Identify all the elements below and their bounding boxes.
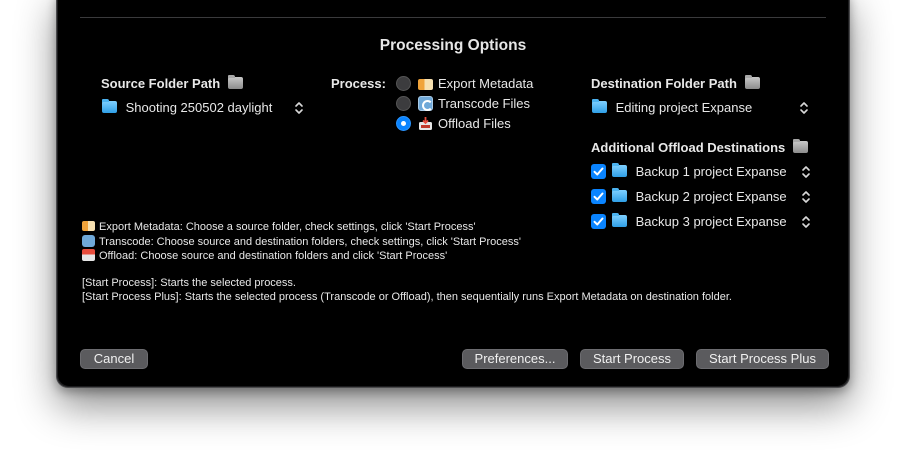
folder-icon (792, 139, 808, 153)
folder-icon (612, 188, 627, 202)
folder-icon (744, 75, 760, 89)
help-offload-text: Offload: Choose source and destination f… (99, 250, 448, 262)
tag-icon (82, 221, 95, 231)
help-transcode-text: Transcode: Choose source and destination… (99, 236, 521, 248)
source-folder-value: Shooting 250502 daylight (125, 100, 273, 115)
additional-label: Additional Offload Destinations (591, 139, 808, 155)
destination-folder-value: Editing project Expanse (615, 100, 753, 115)
folder-icon (612, 163, 627, 177)
arrows-cycle-icon (82, 235, 95, 247)
dialog-window: Processing Options Source Folder Path Sh… (56, 0, 850, 388)
radio-export-metadata[interactable] (396, 76, 411, 91)
tag-icon (418, 79, 433, 90)
radio-transcode-files[interactable] (396, 96, 411, 111)
backup-3-checkbox[interactable] (591, 214, 606, 229)
start-process-button[interactable]: Start Process (580, 349, 684, 369)
destination-label: Destination Folder Path (591, 75, 760, 91)
backup-3-select[interactable]: Backup 3 project Expanse (612, 213, 787, 229)
chevron-updown-icon[interactable] (801, 165, 811, 179)
destination-folder-select[interactable]: Editing project Expanse (592, 99, 753, 115)
cancel-button[interactable]: Cancel (80, 349, 148, 369)
help-export-text: Export Metadata: Choose a source folder,… (99, 221, 476, 233)
dialog-panel: Processing Options Source Folder Path Sh… (58, 0, 848, 386)
backup-1-label: Backup 1 project Expanse (635, 164, 787, 179)
folder-icon (612, 213, 627, 227)
top-divider (80, 17, 826, 18)
help-export: Export Metadata: Choose a source folder,… (82, 221, 476, 233)
inbox-tray-icon (418, 116, 433, 131)
radio-offload-files[interactable] (396, 116, 411, 131)
chevron-updown-icon[interactable] (801, 215, 811, 229)
backup-3-label: Backup 3 project Expanse (635, 214, 787, 229)
folder-icon (592, 99, 607, 113)
chevron-updown-icon[interactable] (294, 101, 304, 115)
option-transcode-files[interactable]: Transcode Files (438, 96, 530, 111)
folder-icon (227, 75, 243, 89)
preferences-button[interactable]: Preferences... (462, 349, 568, 369)
option-export-metadata[interactable]: Export Metadata (438, 76, 533, 91)
backup-2-label: Backup 2 project Expanse (635, 189, 787, 204)
process-label: Process: (331, 76, 386, 91)
help-start-process: [Start Process]: Starts the selected pro… (82, 277, 296, 289)
inbox-tray-icon (82, 249, 95, 261)
backup-2-checkbox[interactable] (591, 189, 606, 204)
option-offload-files[interactable]: Offload Files (438, 116, 511, 131)
source-label-text: Source Folder Path (101, 76, 221, 91)
backup-1-checkbox[interactable] (591, 164, 606, 179)
arrows-cycle-icon (418, 96, 433, 111)
destination-label-text: Destination Folder Path (591, 76, 737, 91)
source-folder-select[interactable]: Shooting 250502 daylight (102, 99, 273, 115)
folder-icon (102, 99, 117, 113)
help-start-process-plus: [Start Process Plus]: Starts the selecte… (82, 291, 732, 303)
chevron-updown-icon[interactable] (801, 190, 811, 204)
additional-label-text: Additional Offload Destinations (591, 140, 786, 155)
start-process-plus-button[interactable]: Start Process Plus (696, 349, 829, 369)
help-transcode: Transcode: Choose source and destination… (82, 235, 521, 248)
backup-2-select[interactable]: Backup 2 project Expanse (612, 188, 787, 204)
source-label: Source Folder Path (101, 75, 243, 91)
backup-1-select[interactable]: Backup 1 project Expanse (612, 163, 787, 179)
help-offload: Offload: Choose source and destination f… (82, 249, 447, 262)
chevron-updown-icon[interactable] (799, 101, 809, 115)
dialog-title: Processing Options (379, 37, 527, 54)
